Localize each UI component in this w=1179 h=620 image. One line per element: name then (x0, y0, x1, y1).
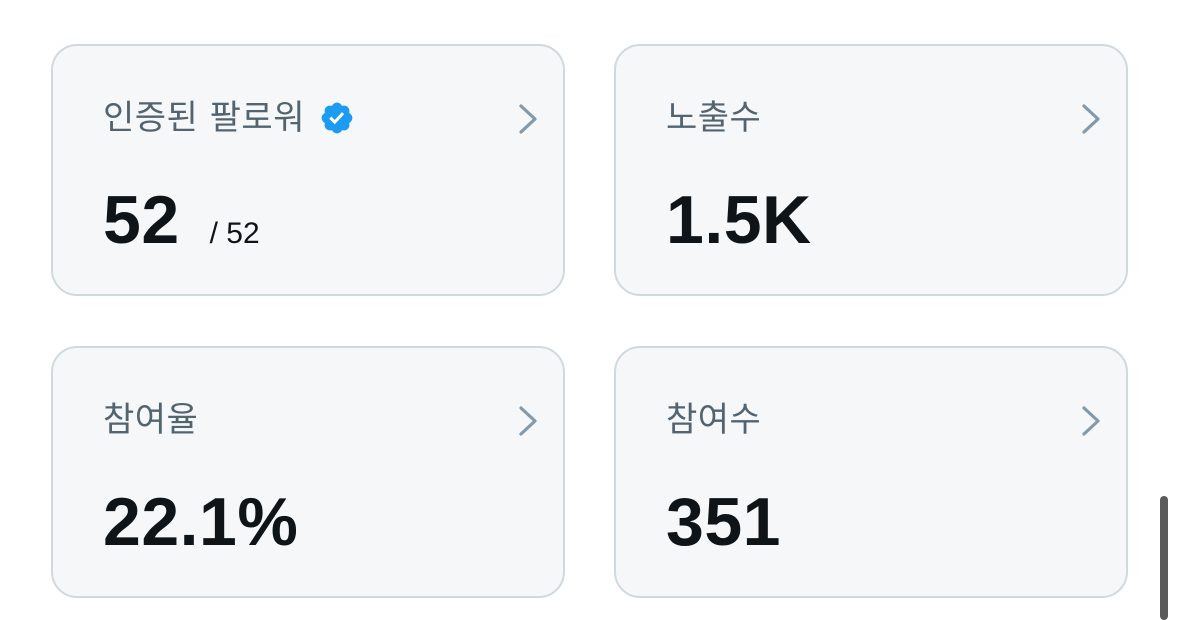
card-value: 52 (103, 182, 180, 258)
card-value-row: 351 (666, 484, 781, 560)
card-value: 1.5K (666, 182, 812, 258)
engagements-card[interactable]: 참여수 351 (614, 346, 1128, 598)
card-title-row: 참여수 (666, 400, 761, 440)
scrollbar[interactable] (1160, 496, 1168, 620)
chevron-right-icon[interactable] (1078, 404, 1104, 438)
chevron-right-icon[interactable] (1078, 102, 1104, 136)
impressions-card[interactable]: 노출수 1.5K (614, 44, 1128, 296)
card-value-row: 1.5K (666, 182, 812, 258)
card-value-row: 22.1% (103, 484, 298, 560)
card-value: 22.1% (103, 484, 299, 560)
card-title: 인증된 팔로워 (103, 98, 305, 138)
card-title-row: 인증된 팔로워 (103, 98, 355, 138)
card-sub-value: / 52 (209, 217, 260, 250)
card-title-row: 노출수 (666, 98, 761, 138)
analytics-cards-page: 인증된 팔로워 52 / 52 노출수 1.5K 참여율 22.1% 참여수 3… (0, 0, 1179, 620)
engagement-rate-card[interactable]: 참여율 22.1% (51, 346, 565, 598)
verified-badge-icon (321, 102, 353, 134)
card-value: 351 (666, 484, 781, 560)
chevron-right-icon[interactable] (515, 102, 541, 136)
card-value-row: 52 / 52 (103, 182, 260, 258)
card-title-row: 참여율 (103, 400, 198, 440)
chevron-right-icon[interactable] (515, 404, 541, 438)
card-title: 참여수 (666, 400, 762, 440)
card-title: 참여율 (103, 400, 199, 440)
verified-followers-card[interactable]: 인증된 팔로워 52 / 52 (51, 44, 565, 296)
card-title: 노출수 (666, 98, 762, 138)
